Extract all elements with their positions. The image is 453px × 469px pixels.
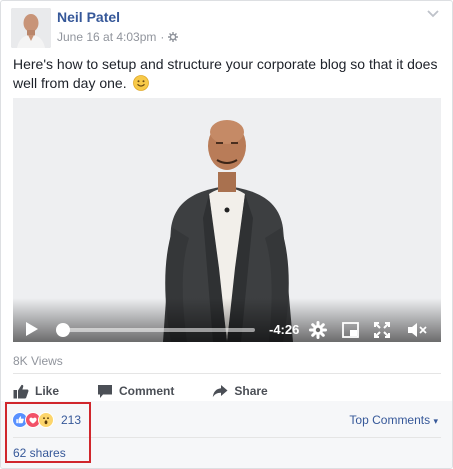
- volume-muted-icon[interactable]: [407, 322, 429, 338]
- avatar-image: [11, 8, 51, 48]
- progress-track[interactable]: [59, 328, 255, 332]
- comment-icon: [98, 384, 113, 398]
- video-player[interactable]: -4:26: [13, 98, 441, 342]
- post-card: Neil Patel June 16 at 4:03pm · Here's ho…: [0, 0, 453, 469]
- author-avatar[interactable]: [11, 8, 51, 48]
- fullscreen-icon[interactable]: [374, 322, 390, 338]
- post-message: Here's how to setup and structure your c…: [13, 56, 438, 91]
- picture-in-picture-icon[interactable]: [342, 322, 359, 338]
- caret-down-icon: ▾: [433, 416, 438, 426]
- author-name[interactable]: Neil Patel: [57, 9, 120, 25]
- progress-handle[interactable]: [55, 323, 70, 337]
- play-icon[interactable]: [25, 321, 39, 337]
- gear-icon[interactable]: [168, 32, 179, 42]
- comment-label: Comment: [119, 384, 175, 398]
- smile-emoji-icon: [132, 75, 149, 91]
- share-button[interactable]: Share: [212, 384, 268, 398]
- share-label: Share: [234, 384, 268, 398]
- post-timestamp[interactable]: June 16 at 4:03pm: [57, 30, 156, 44]
- video-controls: -4:26: [13, 298, 441, 342]
- like-label: Like: [35, 384, 60, 398]
- view-count: 8K Views: [13, 354, 63, 368]
- thumbs-up-icon: [13, 384, 29, 398]
- top-comments-label: Top Comments: [349, 413, 431, 427]
- post-meta: June 16 at 4:03pm ·: [57, 30, 179, 44]
- share-arrow-icon: [213, 385, 228, 398]
- chevron-down-icon[interactable]: [426, 9, 440, 19]
- settings-gear-icon[interactable]: [309, 321, 327, 339]
- divider: [13, 373, 441, 374]
- highlight-box: [5, 402, 91, 463]
- meta-separator: ·: [160, 30, 165, 44]
- like-button[interactable]: Like: [13, 384, 59, 399]
- comment-button[interactable]: Comment: [97, 384, 174, 399]
- time-remaining: -4:26: [269, 322, 300, 337]
- action-bar: Like Comment Share: [13, 381, 306, 401]
- top-comments-dropdown[interactable]: Top Comments ▾: [349, 413, 438, 427]
- post-text: Here's how to setup and structure your c…: [13, 55, 443, 93]
